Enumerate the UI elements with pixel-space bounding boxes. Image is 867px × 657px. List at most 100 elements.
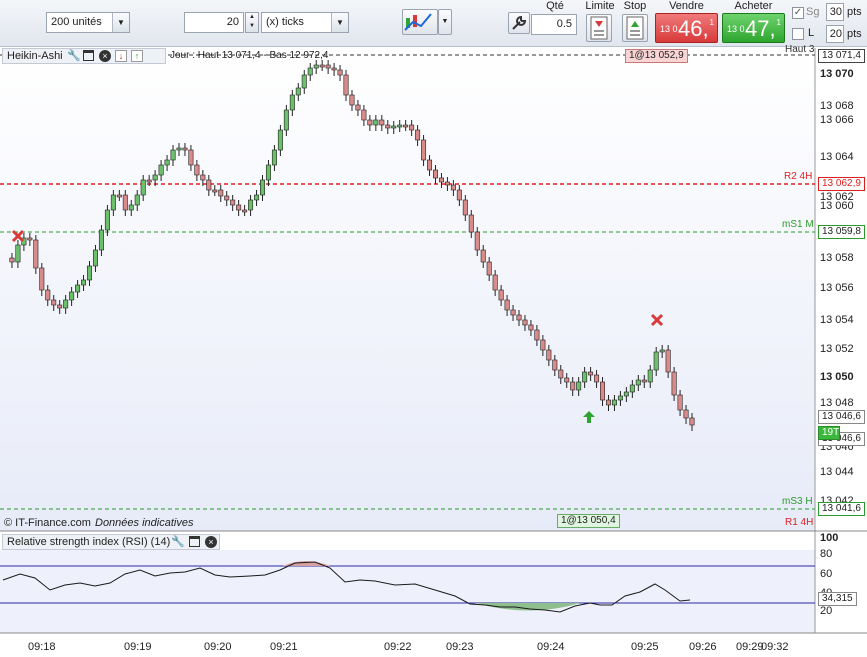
bullish-candle	[373, 119, 379, 126]
chevron-down-icon[interactable]: ▼	[331, 13, 348, 32]
bullish-candle	[104, 209, 110, 231]
wrench-icon	[512, 15, 527, 30]
bullish-candle	[164, 159, 170, 166]
buy-price-main: 47,	[745, 16, 776, 41]
window-icon[interactable]	[83, 50, 94, 61]
bullish-candle	[617, 395, 623, 401]
rsi-pane-background	[0, 550, 815, 633]
move-down-icon[interactable]: ↓	[115, 50, 127, 62]
r1-level-label: R1 4H	[785, 517, 814, 528]
l-points-input[interactable]: 20	[826, 25, 844, 43]
order-tag-bottom[interactable]: 1@13 050,4	[557, 514, 620, 528]
bearish-candle	[319, 64, 325, 68]
qty-label: Qté	[546, 0, 564, 12]
buy-price-prefix: 13 0	[727, 24, 745, 34]
bullish-candle	[629, 384, 635, 393]
chart-type-button[interactable]	[402, 9, 438, 35]
bullish-candle	[158, 164, 164, 176]
window-icon[interactable]	[189, 536, 200, 547]
bullish-candle	[623, 391, 629, 397]
bullish-candle	[582, 371, 588, 383]
price-tick-label: 13 064	[820, 151, 854, 163]
bullish-candle	[397, 124, 403, 128]
bullish-candle	[152, 174, 158, 181]
wrench-icon[interactable]: 🔧	[67, 49, 81, 63]
bearish-candle	[409, 124, 415, 131]
bullish-candle	[271, 149, 277, 166]
move-up-icon[interactable]: ↑	[131, 50, 143, 62]
ticks-input[interactable]: 20	[184, 12, 244, 33]
bearish-candle	[570, 381, 576, 391]
bearish-candle	[27, 237, 33, 241]
bullish-candle	[15, 244, 21, 263]
bearish-candle	[325, 64, 331, 69]
bearish-candle	[689, 417, 695, 426]
wrench-button[interactable]	[508, 12, 530, 34]
price-tag-top: 13 071,4	[818, 49, 865, 63]
bearish-candle	[450, 184, 456, 191]
bearish-candle	[546, 349, 552, 361]
bearish-candle	[146, 179, 152, 183]
bearish-candle	[224, 195, 230, 201]
bearish-candle	[486, 261, 492, 276]
bearish-candle	[39, 267, 45, 291]
bearish-candle	[534, 329, 540, 341]
price-tick-label: 13 048	[820, 397, 854, 409]
bearish-candle	[558, 369, 564, 379]
bearish-candle	[379, 119, 385, 126]
close-icon[interactable]: ×	[99, 50, 111, 62]
bearish-candle	[438, 177, 444, 183]
sg-points-unit: pts	[847, 6, 862, 18]
limit-order-button[interactable]	[586, 14, 612, 42]
price-tick-label: 13 066	[820, 114, 854, 126]
l-checkbox[interactable]	[792, 28, 804, 40]
bearish-candle	[218, 189, 224, 197]
bullish-candle	[248, 199, 254, 211]
price-tick-label: 13 068	[820, 100, 854, 112]
r2-level-label: R2 4H	[784, 171, 813, 182]
bullish-candle	[659, 349, 665, 353]
buy-button[interactable]: 13 0 47, 1	[722, 13, 785, 43]
bearish-candle	[361, 109, 367, 121]
bullish-candle	[92, 249, 98, 267]
chart-area[interactable]: Heikin-Ashi 🔧 × ↓ ↑ Jour : Haut 13 071,4…	[0, 44, 867, 657]
bullish-candle	[313, 64, 319, 69]
qty-input[interactable]: 0.5	[531, 14, 577, 35]
bearish-candle	[182, 147, 188, 151]
quantity-select[interactable]: 200 unités ▼	[46, 12, 130, 33]
close-icon[interactable]: ×	[205, 536, 217, 548]
l-points-unit: pts	[847, 28, 862, 40]
ticks-select[interactable]: (x) ticks ▼	[261, 12, 349, 33]
sg-checkbox[interactable]: ✓	[792, 7, 804, 19]
chart-type-dropdown[interactable]: ▼	[438, 9, 452, 35]
stop-order-button[interactable]	[622, 14, 648, 42]
wrench-icon[interactable]: 🔧	[171, 535, 185, 549]
price-tag-r2: 13 062,9	[818, 177, 865, 191]
bearish-candle	[432, 169, 438, 179]
rsi-legend: Relative strength index (RSI) (14) 🔧 ×	[2, 534, 220, 550]
bullish-candle	[254, 194, 260, 201]
bearish-candle	[403, 124, 409, 128]
time-tick-label: 09:19	[124, 641, 152, 653]
bearish-candle	[200, 174, 206, 181]
rsi-tick-label: 60	[820, 568, 833, 580]
bearish-candle	[51, 299, 57, 306]
order-tag-top[interactable]: 1@13 052,9	[625, 49, 688, 63]
price-chart[interactable]	[0, 47, 867, 657]
limit-order-icon	[590, 16, 608, 40]
bullish-candle	[611, 399, 617, 406]
time-tick-label: 09:22	[384, 641, 412, 653]
bullish-candle	[301, 74, 307, 89]
ms3-level-label: mS3 H	[782, 496, 813, 507]
bullish-candle	[140, 179, 146, 196]
sg-points-input[interactable]: 30	[826, 3, 844, 21]
price-tag-ms3: 13 041,6	[818, 502, 865, 516]
bullish-candle	[576, 381, 582, 391]
ticks-spinner[interactable]: ▲ ▼	[245, 12, 259, 33]
disclaimer-text: Données indicatives	[95, 517, 194, 529]
sell-button[interactable]: 13 0 46, 1	[655, 13, 718, 43]
bearish-candle	[355, 104, 361, 111]
chevron-down-icon[interactable]: ▼	[112, 13, 129, 32]
bearish-candle	[456, 189, 462, 201]
bearish-candle	[57, 304, 63, 309]
